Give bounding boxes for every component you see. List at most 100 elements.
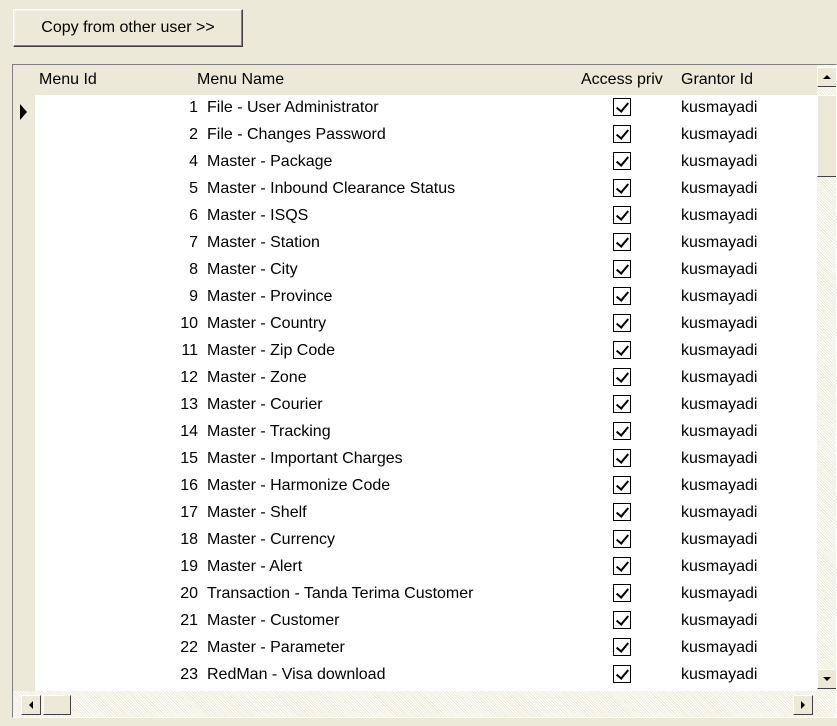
- menu-id-cell[interactable]: 8: [35, 261, 198, 279]
- menu-name-cell[interactable]: Master - Currency: [207, 531, 335, 549]
- table-row[interactable]: 2 File - Changes Password kusmayadi: [35, 122, 817, 149]
- access-priv-checkbox[interactable]: [613, 611, 631, 629]
- grantor-id-cell[interactable]: kusmayadi: [681, 666, 757, 684]
- grantor-id-cell[interactable]: kusmayadi: [681, 585, 757, 603]
- vertical-scrollbar[interactable]: [817, 65, 836, 691]
- access-priv-checkbox[interactable]: [613, 557, 631, 575]
- menu-name-cell[interactable]: Transaction - Tanda Terima Customer: [207, 585, 473, 603]
- access-priv-checkbox[interactable]: [613, 584, 631, 602]
- grantor-id-cell[interactable]: kusmayadi: [681, 369, 757, 387]
- menu-name-cell[interactable]: File - Changes Password: [207, 126, 386, 144]
- menu-name-cell[interactable]: RedMan - Visa download: [207, 666, 385, 684]
- grantor-id-cell[interactable]: kusmayadi: [681, 153, 757, 171]
- access-priv-checkbox[interactable]: [613, 638, 631, 656]
- table-row[interactable]: 10 Master - Country kusmayadi: [35, 311, 817, 338]
- table-row[interactable]: 15 Master - Important Charges kusmayadi: [35, 446, 817, 473]
- grantor-id-cell[interactable]: kusmayadi: [681, 396, 757, 414]
- grantor-id-cell[interactable]: kusmayadi: [681, 126, 757, 144]
- access-priv-checkbox[interactable]: [613, 206, 631, 224]
- grantor-id-cell[interactable]: kusmayadi: [681, 531, 757, 549]
- menu-name-cell[interactable]: Master - Harmonize Code: [207, 477, 390, 495]
- grantor-id-cell[interactable]: kusmayadi: [681, 504, 757, 522]
- table-row[interactable]: 4 Master - Package kusmayadi: [35, 149, 817, 176]
- grantor-id-cell[interactable]: kusmayadi: [681, 477, 757, 495]
- menu-id-cell[interactable]: 17: [35, 504, 198, 522]
- menu-id-cell[interactable]: 23: [35, 666, 198, 684]
- access-priv-checkbox[interactable]: [613, 179, 631, 197]
- vertical-scroll-thumb[interactable]: [817, 95, 836, 177]
- menu-name-cell[interactable]: Master - Shelf: [207, 504, 307, 522]
- menu-id-cell[interactable]: 14: [35, 423, 198, 441]
- menu-id-cell[interactable]: 10: [35, 315, 198, 333]
- menu-name-cell[interactable]: Master - Parameter: [207, 639, 345, 657]
- menu-name-cell[interactable]: Master - Station: [207, 234, 320, 252]
- menu-id-cell[interactable]: 12: [35, 369, 198, 387]
- menu-id-cell[interactable]: 21: [35, 612, 198, 630]
- menu-name-cell[interactable]: Master - Alert: [207, 558, 302, 576]
- access-priv-checkbox[interactable]: [613, 260, 631, 278]
- scroll-down-button[interactable]: [817, 669, 836, 689]
- menu-name-cell[interactable]: Master - Zone: [207, 369, 307, 387]
- table-row[interactable]: 5 Master - Inbound Clearance Status kusmay…: [35, 176, 817, 203]
- menu-name-cell[interactable]: Master - Inbound Clearance Status: [207, 180, 455, 198]
- grantor-id-cell[interactable]: kusmayadi: [681, 612, 757, 630]
- access-priv-checkbox[interactable]: [613, 98, 631, 116]
- access-priv-checkbox[interactable]: [613, 152, 631, 170]
- grantor-id-cell[interactable]: kusmayadi: [681, 423, 757, 441]
- table-row[interactable]: 1 File - User Administrator kusmayadi: [35, 95, 817, 122]
- menu-id-cell[interactable]: 20: [35, 585, 198, 603]
- table-row[interactable]: 22 Master - Parameter kusmayadi: [35, 635, 817, 662]
- menu-name-cell[interactable]: Master - Zip Code: [207, 342, 335, 360]
- access-priv-checkbox[interactable]: [613, 341, 631, 359]
- menu-name-cell[interactable]: File - User Administrator: [207, 99, 379, 117]
- column-header-access-priv[interactable]: Access priv: [581, 71, 663, 89]
- grantor-id-cell[interactable]: kusmayadi: [681, 558, 757, 576]
- access-priv-checkbox[interactable]: [613, 530, 631, 548]
- access-priv-checkbox[interactable]: [613, 233, 631, 251]
- table-row[interactable]: 16 Master - Harmonize Code kusmayadi: [35, 473, 817, 500]
- table-row[interactable]: 12 Master - Zone kusmayadi: [35, 365, 817, 392]
- menu-name-cell[interactable]: Master - ISQS: [207, 207, 308, 225]
- menu-id-cell[interactable]: 2: [35, 126, 198, 144]
- access-priv-checkbox[interactable]: [613, 503, 631, 521]
- table-row[interactable]: 20 Transaction - Tanda Terima Customer kus…: [35, 581, 817, 608]
- table-row[interactable]: 13 Master - Courier kusmayadi: [35, 392, 817, 419]
- access-priv-checkbox[interactable]: [613, 665, 631, 683]
- table-row[interactable]: 17 Master - Shelf kusmayadi: [35, 500, 817, 527]
- menu-id-cell[interactable]: 13: [35, 396, 198, 414]
- table-row[interactable]: 6 Master - ISQS kusmayadi: [35, 203, 817, 230]
- table-row[interactable]: 11 Master - Zip Code kusmayadi: [35, 338, 817, 365]
- menu-id-cell[interactable]: 9: [35, 288, 198, 306]
- grantor-id-cell[interactable]: kusmayadi: [681, 99, 757, 117]
- menu-id-cell[interactable]: 11: [35, 342, 198, 360]
- grantor-id-cell[interactable]: kusmayadi: [681, 180, 757, 198]
- table-row[interactable]: 21 Master - Customer kusmayadi: [35, 608, 817, 635]
- row-selector-column[interactable]: [13, 95, 35, 691]
- menu-id-cell[interactable]: 4: [35, 153, 198, 171]
- copy-from-other-user-button[interactable]: Copy from other user >>: [13, 9, 243, 47]
- scroll-left-button[interactable]: [21, 695, 41, 715]
- grantor-id-cell[interactable]: kusmayadi: [681, 342, 757, 360]
- table-row[interactable]: 14 Master - Tracking kusmayadi: [35, 419, 817, 446]
- column-header-menu-id[interactable]: Menu Id: [39, 71, 97, 89]
- access-priv-checkbox[interactable]: [613, 368, 631, 386]
- menu-id-cell[interactable]: 15: [35, 450, 198, 468]
- grantor-id-cell[interactable]: kusmayadi: [681, 315, 757, 333]
- menu-name-cell[interactable]: Master - Country: [207, 315, 326, 333]
- menu-name-cell[interactable]: Master - Customer: [207, 612, 339, 630]
- menu-name-cell[interactable]: Master - Courier: [207, 396, 323, 414]
- column-header-grantor-id[interactable]: Grantor Id: [681, 71, 753, 89]
- grantor-id-cell[interactable]: kusmayadi: [681, 288, 757, 306]
- scroll-up-button[interactable]: [817, 67, 836, 87]
- menu-id-cell[interactable]: 1: [35, 99, 198, 117]
- scroll-right-button[interactable]: [793, 695, 813, 715]
- table-row[interactable]: 8 Master - City kusmayadi: [35, 257, 817, 284]
- access-priv-checkbox[interactable]: [613, 476, 631, 494]
- access-priv-checkbox[interactable]: [613, 287, 631, 305]
- grantor-id-cell[interactable]: kusmayadi: [681, 261, 757, 279]
- menu-id-cell[interactable]: 7: [35, 234, 198, 252]
- table-row[interactable]: 9 Master - Province kusmayadi: [35, 284, 817, 311]
- menu-name-cell[interactable]: Master - Important Charges: [207, 450, 403, 468]
- menu-name-cell[interactable]: Master - Province: [207, 288, 332, 306]
- menu-id-cell[interactable]: 22: [35, 639, 198, 657]
